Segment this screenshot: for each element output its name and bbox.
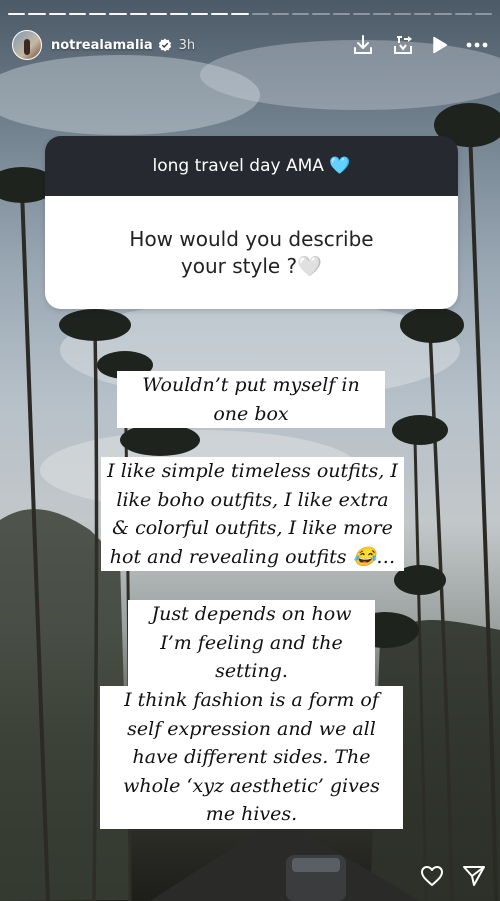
question-sticker[interactable]: long travel day AMA 🩵 How would you desc… xyxy=(45,136,458,309)
answer-text-4: I think fashion is a form of self expres… xyxy=(100,686,403,829)
story-progress-segment xyxy=(8,13,26,15)
answer-text-1: Wouldn’t put myself in one box xyxy=(117,371,385,428)
heart-icon[interactable] xyxy=(420,865,444,887)
story-progress-segment xyxy=(231,13,249,15)
story-progress-segment xyxy=(454,13,472,15)
story-progress-segment xyxy=(271,13,290,15)
story-progress-segment xyxy=(150,13,168,15)
story-progress-segment xyxy=(190,13,208,15)
story-progress-segment xyxy=(68,13,87,15)
story-progress-segment xyxy=(312,13,330,15)
story-progress-segment xyxy=(393,13,411,15)
answer-text-3: Just depends on how I’m feeling and the … xyxy=(128,600,375,686)
story-footer-actions xyxy=(420,865,486,887)
verified-badge-icon xyxy=(158,38,171,52)
story-header: notrealamalia 3h xyxy=(12,28,488,62)
add-to-highlight-icon[interactable] xyxy=(392,34,414,56)
more-icon[interactable] xyxy=(466,42,488,48)
avatar[interactable] xyxy=(12,30,42,60)
story-progress-segment xyxy=(89,13,107,15)
story-progress-segment xyxy=(170,13,188,15)
story-progress-segment xyxy=(413,13,432,15)
story-progress-segment xyxy=(28,13,46,15)
story-progress-segment xyxy=(292,13,310,15)
story-progress-segment xyxy=(373,13,391,15)
username[interactable]: notrealamalia xyxy=(51,38,153,53)
story-progress-segment xyxy=(109,13,127,15)
story-progress-segment xyxy=(434,13,452,15)
answer-text-2: I like simple timeless outfits, I like b… xyxy=(101,457,404,571)
post-time: 3h xyxy=(178,37,196,53)
story-progress-segment xyxy=(332,13,351,15)
story-progress-segment xyxy=(353,13,371,15)
story-progress-segment xyxy=(210,13,229,15)
send-icon[interactable] xyxy=(462,865,486,887)
question-sticker-question: How would you describe your style ?🤍 xyxy=(45,196,458,309)
story-progress-segment xyxy=(474,13,493,15)
play-icon[interactable] xyxy=(432,36,448,54)
story-progress-segment xyxy=(129,13,148,15)
story-progress-segment xyxy=(251,13,269,15)
question-sticker-title: long travel day AMA 🩵 xyxy=(45,136,458,196)
download-icon[interactable] xyxy=(352,34,374,56)
story-progress-segment xyxy=(48,13,66,15)
story-progress-bar xyxy=(8,13,493,16)
